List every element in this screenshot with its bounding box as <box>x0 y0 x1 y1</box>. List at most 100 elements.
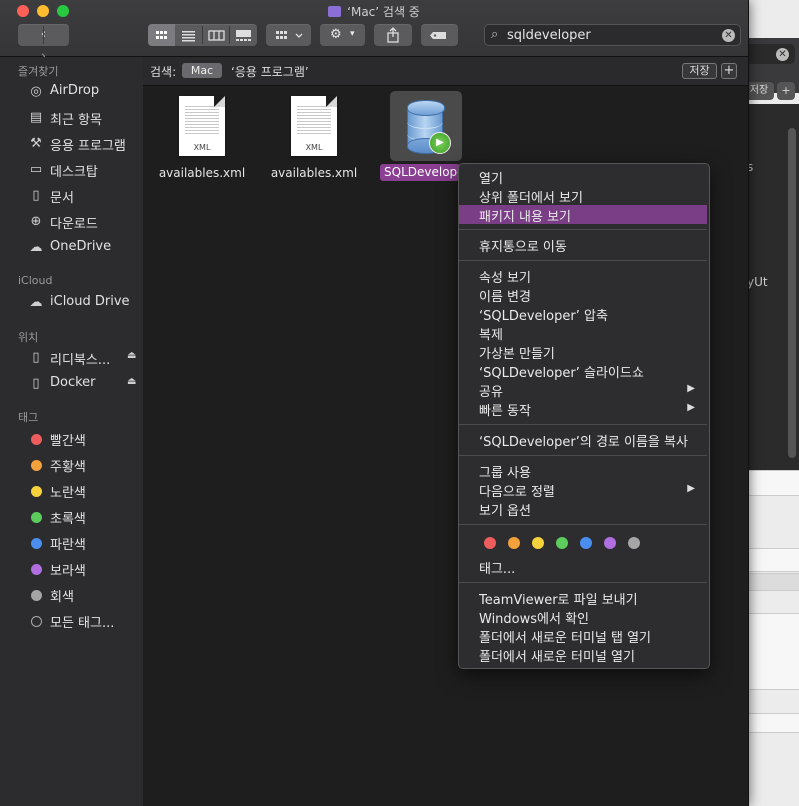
menu-separator <box>459 455 707 456</box>
search-input[interactable]: sqldeveloper <box>507 28 591 43</box>
search-icon: ⌕ <box>491 27 499 42</box>
group-grid-icon <box>276 31 303 39</box>
share-button[interactable] <box>374 24 412 46</box>
menu-item-use-groups[interactable]: 그룹 사용 <box>459 461 707 481</box>
menu-item-quick-actions[interactable]: 빠른 동작 ▶ <box>459 399 707 419</box>
scope-label: 검색: <box>150 65 177 79</box>
orange-tag-icon[interactable] <box>508 537 520 549</box>
download-icon: ⊕ <box>30 214 42 229</box>
list-icon <box>182 31 195 42</box>
gallery-icon <box>236 30 251 41</box>
file-item[interactable]: XML availables.xml <box>152 96 252 180</box>
sidebar-item-desktop[interactable]: ▭ 데스크탑 <box>0 159 143 181</box>
scope-applications-button[interactable]: ‘응용 프로그램’ <box>231 63 309 80</box>
sidebar-tag-green[interactable]: 초록색 <box>0 506 143 528</box>
menu-item-sort-by[interactable]: 다음으로 정렬 ▶ <box>459 480 707 500</box>
applications-icon: ⚒ <box>30 136 42 151</box>
menu-item-new-terminal-tab[interactable]: 폴더에서 새로운 터미널 탭 열기 <box>459 626 707 646</box>
file-item[interactable]: XML availables.xml <box>264 96 364 180</box>
action-button[interactable]: ⚙ ▾ <box>320 24 365 46</box>
background-scrollbar[interactable] <box>788 128 796 458</box>
sidebar-tag-yellow[interactable]: 노란색 <box>0 480 143 502</box>
menu-item-get-info[interactable]: 속성 보기 <box>459 266 707 286</box>
sidebar-tag-purple[interactable]: 보라색 <box>0 558 143 580</box>
sidebar-item-airdrop[interactable]: ◎ AirDrop <box>0 81 143 103</box>
sidebar: 즐겨찾기 ◎ AirDrop ▤ 최근 항목 ⚒ 응용 프로그램 ▭ 데스크탑 … <box>0 57 144 806</box>
sidebar-item-icloud-drive[interactable]: ☁ iCloud Drive <box>0 292 143 314</box>
desktop-icon: ▭ <box>29 162 43 177</box>
sidebar-tag-gray[interactable]: 회색 <box>0 584 143 606</box>
column-view-button[interactable] <box>203 24 230 46</box>
background-text-fragment: yUt <box>747 275 768 289</box>
menu-item-new-terminal[interactable]: 폴더에서 새로운 터미널 열기 <box>459 645 707 665</box>
save-search-button[interactable]: 저장 <box>682 63 717 79</box>
play-icon: ▶ <box>429 132 451 154</box>
background-search-clear-icon[interactable]: ✕ <box>776 48 789 61</box>
sidebar-tag-all[interactable]: 모든 태그... <box>0 610 143 632</box>
gear-icon: ⚙ <box>330 27 342 42</box>
menu-item-rename[interactable]: 이름 변경 <box>459 285 707 305</box>
menu-item-make-alias[interactable]: 가상본 만들기 <box>459 342 707 362</box>
menu-item-move-to-trash[interactable]: 휴지통으로 이동 <box>459 235 707 255</box>
sidebar-tag-red[interactable]: 빨간색 <box>0 428 143 450</box>
group-by-button[interactable] <box>266 24 311 46</box>
xml-file-icon: XML <box>179 96 225 156</box>
sidebar-item-documents[interactable]: ▯ 문서 <box>0 185 143 207</box>
yellow-tag-icon[interactable] <box>532 537 544 549</box>
menu-item-show-package-contents[interactable]: 패키지 내용 보기 <box>459 205 707 225</box>
airdrop-icon: ◎ <box>30 84 42 99</box>
gallery-view-button[interactable] <box>230 24 257 46</box>
sidebar-tag-orange[interactable]: 주황색 <box>0 454 143 476</box>
menu-item-windows-check[interactable]: Windows에서 확인 <box>459 607 707 627</box>
red-tag-icon[interactable] <box>484 537 496 549</box>
xml-file-icon: XML <box>291 96 337 156</box>
all-tags-icon <box>31 616 42 627</box>
sidebar-item-recents[interactable]: ▤ 최근 항목 <box>0 107 143 129</box>
sidebar-item-onedrive[interactable]: ☁ OneDrive <box>0 237 143 259</box>
gray-tag-icon <box>31 590 42 601</box>
menu-item-view-options[interactable]: 보기 옵션 <box>459 499 707 519</box>
green-tag-icon[interactable] <box>556 537 568 549</box>
menu-item-duplicate[interactable]: 복제 <box>459 323 707 343</box>
file-name: availables.xml <box>270 166 358 180</box>
menu-item-slideshow[interactable]: ‘SQLDeveloper’ 슬라이드쇼 <box>459 361 707 381</box>
disk-icon: ▯ <box>32 376 40 391</box>
submenu-arrow-icon: ▶ <box>687 402 695 413</box>
file-name: availables.xml <box>158 166 246 180</box>
icon-view-button[interactable] <box>148 24 175 46</box>
icloud-header: iCloud <box>18 274 53 287</box>
eject-icon[interactable]: ⏏ <box>127 350 136 361</box>
purple-tag-icon[interactable] <box>604 537 616 549</box>
background-plus-button[interactable]: + <box>777 82 795 100</box>
eject-icon[interactable]: ⏏ <box>127 376 136 387</box>
menu-item-show-in-enclosing-folder[interactable]: 상위 폴더에서 보기 <box>459 186 707 206</box>
menu-separator <box>459 582 707 583</box>
sidebar-item-applications[interactable]: ⚒ 응용 프로그램 <box>0 133 143 155</box>
menu-separator <box>459 524 707 525</box>
title-bar: ‘Mac’ 검색 중 ‹ › ⚙ ▾ <box>0 0 748 64</box>
columns-icon <box>208 30 225 41</box>
sidebar-tag-blue[interactable]: 파란색 <box>0 532 143 554</box>
submenu-arrow-icon: ▶ <box>687 383 695 394</box>
sidebar-item-docker[interactable]: ▯ Docker ⏏ <box>0 373 143 395</box>
gray-tag-icon[interactable] <box>628 537 640 549</box>
green-tag-icon <box>31 512 42 523</box>
menu-item-compress[interactable]: ‘SQLDeveloper’ 압축 <box>459 304 707 324</box>
sidebar-item-downloads[interactable]: ⊕ 다운로드 <box>0 211 143 233</box>
search-field[interactable]: ⌕ sqldeveloper ✕ <box>484 24 741 46</box>
menu-item-share[interactable]: 공유 ▶ <box>459 380 707 400</box>
blue-tag-icon[interactable] <box>580 537 592 549</box>
add-criteria-button[interactable]: + <box>721 63 737 79</box>
blue-tag-icon <box>31 538 42 549</box>
view-mode-buttons <box>148 24 257 46</box>
list-view-button[interactable] <box>175 24 202 46</box>
tag-button[interactable] <box>421 24 458 46</box>
menu-item-open[interactable]: 열기 <box>459 167 707 187</box>
clear-search-icon[interactable]: ✕ <box>722 29 735 42</box>
menu-separator <box>459 424 707 425</box>
scope-mac-button[interactable]: Mac <box>182 63 222 78</box>
sidebar-item-ridibooks[interactable]: ▯ 리디북스... ⏏ <box>0 347 143 369</box>
menu-item-copy-pathname[interactable]: ‘SQLDeveloper’의 경로 이름을 복사 <box>459 430 707 450</box>
menu-item-teamviewer[interactable]: TeamViewer로 파일 보내기 <box>459 588 707 608</box>
menu-item-tags[interactable]: 태그... <box>459 557 707 577</box>
